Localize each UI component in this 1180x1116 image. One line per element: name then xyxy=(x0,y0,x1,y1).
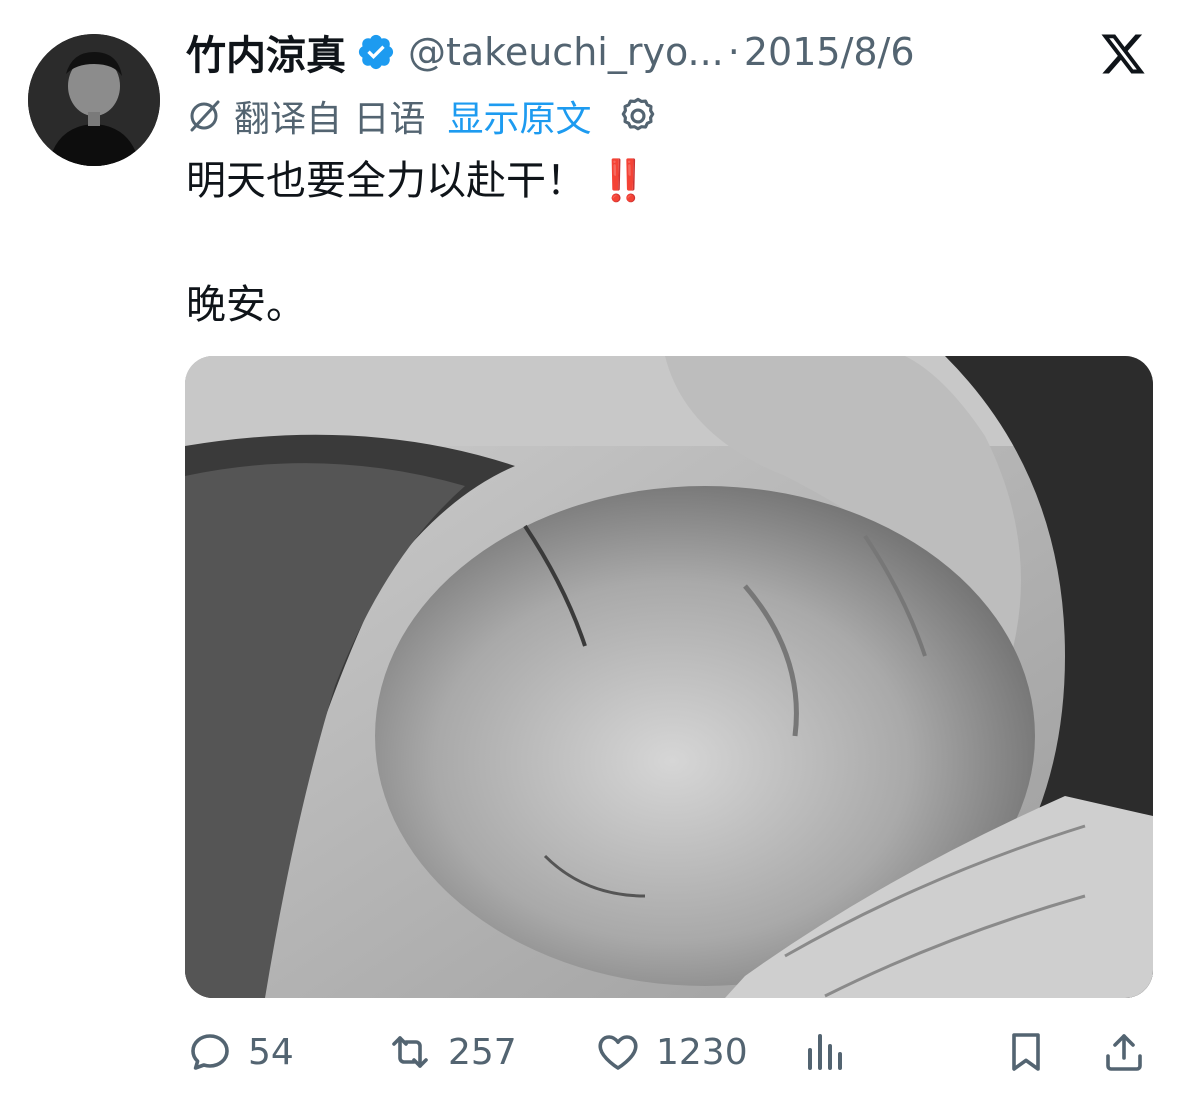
separator-dot: · xyxy=(727,30,740,74)
avatar[interactable] xyxy=(28,34,160,166)
reply-button[interactable]: 54 xyxy=(186,1024,294,1080)
bookmark-button[interactable] xyxy=(1002,1024,1050,1080)
user-handle[interactable]: @takeuchi_ryo... xyxy=(408,30,724,74)
tweet-photo[interactable] xyxy=(185,356,1153,998)
reply-icon xyxy=(191,1034,229,1070)
reply-count: 54 xyxy=(248,1031,294,1073)
tweet-text: 明天也要全力以赴干！ ‼️ 晚安。 xyxy=(186,150,649,336)
like-button[interactable]: 1230 xyxy=(594,1024,748,1080)
display-name[interactable]: 竹内涼真 xyxy=(186,23,346,81)
translated-from-label: 翻译自 日语 xyxy=(234,99,426,140)
verified-badge-icon xyxy=(358,34,394,70)
views-icon xyxy=(808,1034,842,1070)
photo-sleeping-face xyxy=(185,356,1153,998)
tweet-header: 竹内涼真 @takeuchi_ryo... · 2015/8/6 xyxy=(186,24,915,80)
bookmark-icon xyxy=(1012,1033,1040,1071)
retweet-count: 257 xyxy=(448,1031,517,1073)
show-original-link[interactable]: 显示原文 xyxy=(447,90,591,142)
tweet-action-bar: 54 257 1230 xyxy=(186,1024,1148,1080)
views-button[interactable] xyxy=(800,1024,848,1080)
x-logo-icon[interactable] xyxy=(1098,30,1148,78)
heart-icon xyxy=(598,1035,638,1070)
gear-icon[interactable] xyxy=(617,95,659,137)
translate-icon xyxy=(190,100,220,132)
translation-bar: 翻译自 日语 显示原文 xyxy=(186,92,659,140)
tweet-line-1: 明天也要全力以赴干！ xyxy=(186,158,586,204)
tweet-date[interactable]: 2015/8/6 xyxy=(744,30,915,74)
share-button[interactable] xyxy=(1100,1024,1148,1080)
avatar-image xyxy=(28,34,160,166)
like-count: 1230 xyxy=(656,1031,748,1073)
tweet-line-2: 晚安。 xyxy=(186,282,306,328)
retweet-button[interactable]: 257 xyxy=(386,1024,517,1080)
double-exclamation-emoji: ‼️ xyxy=(598,158,649,204)
retweet-icon xyxy=(392,1036,428,1068)
share-icon xyxy=(1106,1034,1142,1071)
